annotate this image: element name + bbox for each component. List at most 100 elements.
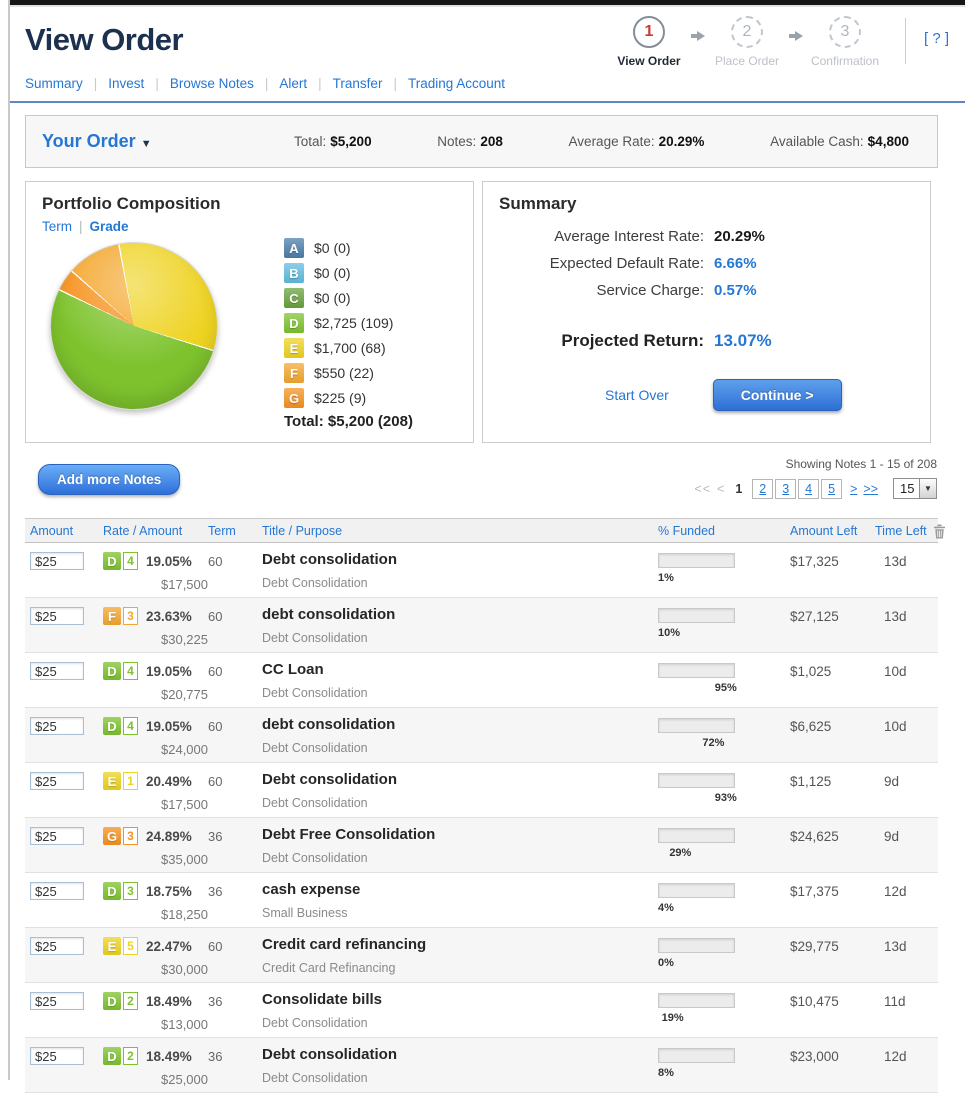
page-link-5[interactable]: 5 bbox=[828, 482, 835, 496]
note-amount-input[interactable] bbox=[30, 717, 84, 735]
funded-progress-bar bbox=[658, 883, 735, 898]
summary-title: Summary bbox=[499, 194, 914, 214]
grade-letter-badge: D bbox=[103, 882, 121, 900]
note-amount-input[interactable] bbox=[30, 937, 84, 955]
main-nav: Summary|Invest|Browse Notes|Alert|Transf… bbox=[25, 76, 516, 91]
page-links: 2 3 4 5 bbox=[752, 482, 844, 496]
legend-swatch-a: A bbox=[284, 238, 304, 258]
grade-letter-badge: D bbox=[103, 1047, 121, 1065]
note-title: Credit card refinancing bbox=[262, 936, 426, 953]
legend-row-d: D$2,725 (109) bbox=[284, 313, 413, 333]
note-purpose: Debt Consolidation bbox=[262, 741, 368, 755]
note-row: G3 24.89% 36 $35,000 Debt Free Consolida… bbox=[25, 818, 938, 873]
trash-icon-glyph bbox=[933, 524, 946, 539]
note-rate: 19.05% bbox=[146, 664, 192, 679]
note-purpose: Small Business bbox=[262, 906, 347, 920]
stat-available-cash: Available Cash:$4,800 bbox=[770, 134, 909, 149]
note-amount-input[interactable] bbox=[30, 992, 84, 1010]
note-amount-left: $29,775 bbox=[790, 939, 839, 954]
continue-button[interactable]: Continue > bbox=[713, 379, 842, 411]
note-title: cash expense bbox=[262, 881, 360, 898]
summary-row-default: Expected Default Rate: 6.66% bbox=[499, 255, 914, 272]
page-link-3[interactable]: 3 bbox=[782, 482, 789, 496]
header-rate-amount[interactable]: Rate / Amount bbox=[103, 524, 182, 538]
note-loan-amount: $30,000 bbox=[161, 962, 208, 977]
nav-link-invest[interactable]: Invest bbox=[108, 76, 144, 91]
note-term: 36 bbox=[208, 1049, 222, 1064]
note-rate: 19.05% bbox=[146, 554, 192, 569]
stat-notes: Notes:208 bbox=[437, 134, 503, 149]
tab-term[interactable]: Term bbox=[42, 219, 72, 234]
note-amount-left: $17,375 bbox=[790, 884, 839, 899]
header-term[interactable]: Term bbox=[208, 524, 236, 538]
funded-progress-bar bbox=[658, 993, 735, 1008]
notes-toolbar: Add more Notes Showing Notes 1 - 15 of 2… bbox=[25, 456, 938, 516]
note-amount-input[interactable] bbox=[30, 552, 84, 570]
funded-progress-bar bbox=[658, 718, 735, 733]
tab-grade[interactable]: Grade bbox=[90, 219, 129, 234]
per-page-select[interactable]: 15 ▼ bbox=[893, 478, 937, 499]
summary-rows: Average Interest Rate: 20.29% Expected D… bbox=[499, 228, 914, 299]
note-title: Consolidate bills bbox=[262, 991, 382, 1008]
page-prev-button[interactable]: < bbox=[717, 482, 725, 496]
header-amount-left[interactable]: Amount Left bbox=[790, 524, 857, 538]
nav-link-trading-account[interactable]: Trading Account bbox=[408, 76, 505, 91]
note-row: D4 19.05% 60 $20,775 CC Loan Debt Consol… bbox=[25, 653, 938, 708]
help-link[interactable]: [ ? ] bbox=[924, 30, 949, 47]
note-amount-input[interactable] bbox=[30, 772, 84, 790]
legend-total: Total: $5,200 (208) bbox=[284, 413, 413, 430]
per-page-value: 15 bbox=[894, 481, 919, 496]
note-amount-input[interactable] bbox=[30, 662, 84, 680]
grade-badge: E1 bbox=[103, 772, 138, 790]
page-first-button[interactable]: << bbox=[694, 482, 711, 496]
funded-percent-label: 93% bbox=[715, 792, 737, 804]
nav-link-browse-notes[interactable]: Browse Notes bbox=[170, 76, 254, 91]
trash-icon[interactable] bbox=[933, 524, 946, 542]
legend-value: $0 (0) bbox=[314, 240, 351, 256]
header-time-left[interactable]: Time Left bbox=[875, 524, 927, 538]
projected-return-row: Projected Return: 13.07% bbox=[499, 331, 914, 351]
page-link-2[interactable]: 2 bbox=[759, 482, 766, 496]
note-amount-input[interactable] bbox=[30, 607, 84, 625]
note-amount-left: $17,325 bbox=[790, 554, 839, 569]
note-rate: 23.63% bbox=[146, 609, 192, 624]
note-loan-amount: $13,000 bbox=[161, 1017, 208, 1032]
add-more-notes-button[interactable]: Add more Notes bbox=[38, 464, 180, 495]
note-rate: 18.49% bbox=[146, 994, 192, 1009]
legend-swatch-e: E bbox=[284, 338, 304, 358]
page-last-button[interactable]: >> bbox=[863, 482, 878, 496]
page-box: 4 bbox=[798, 479, 819, 499]
note-term: 60 bbox=[208, 719, 222, 734]
note-row: D2 18.49% 36 $25,000 Debt consolidation … bbox=[25, 1038, 938, 1093]
nav-link-summary[interactable]: Summary bbox=[25, 76, 83, 91]
note-amount-left: $10,475 bbox=[790, 994, 839, 1009]
start-over-link[interactable]: Start Over bbox=[605, 387, 669, 403]
page-box: 3 bbox=[775, 479, 796, 499]
grade-badge: D2 bbox=[103, 1047, 138, 1065]
funded-progress-bar bbox=[658, 553, 735, 568]
note-amount-left: $27,125 bbox=[790, 609, 839, 624]
grade-subgrade-badge: 2 bbox=[123, 1047, 138, 1065]
page-link-4[interactable]: 4 bbox=[805, 482, 812, 496]
legend-swatch-b: B bbox=[284, 263, 304, 283]
header-title-purpose[interactable]: Title / Purpose bbox=[262, 524, 342, 538]
page-next-button[interactable]: > bbox=[850, 482, 857, 496]
step-3-label: Confirmation bbox=[811, 54, 879, 68]
note-amount-input[interactable] bbox=[30, 1047, 84, 1065]
nav-link-alert[interactable]: Alert bbox=[279, 76, 307, 91]
grade-badge: E5 bbox=[103, 937, 138, 955]
note-amount-input[interactable] bbox=[30, 882, 84, 900]
nav-link-transfer[interactable]: Transfer bbox=[333, 76, 383, 91]
projected-return-value: 13.07% bbox=[714, 331, 772, 351]
your-order-dropdown[interactable]: Your Order▼ bbox=[42, 131, 294, 152]
portfolio-composition-panel: Portfolio Composition Term|Grade A$0 (0)… bbox=[25, 181, 474, 443]
page-box: 5 bbox=[821, 479, 842, 499]
note-loan-amount: $17,500 bbox=[161, 797, 208, 812]
grade-subgrade-badge: 5 bbox=[123, 937, 138, 955]
note-amount-input[interactable] bbox=[30, 827, 84, 845]
funded-progress-bar bbox=[658, 828, 735, 843]
header-percent-funded[interactable]: % Funded bbox=[658, 524, 715, 538]
step-arrow-icon bbox=[691, 31, 705, 41]
note-row: D2 18.49% 36 $13,000 Consolidate bills D… bbox=[25, 983, 938, 1038]
header-amount[interactable]: Amount bbox=[30, 524, 73, 538]
